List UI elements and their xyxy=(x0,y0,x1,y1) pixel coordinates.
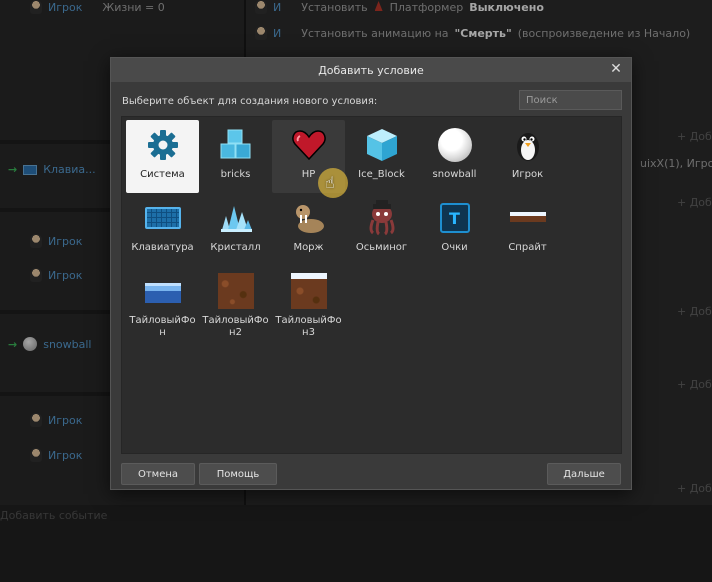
object-label: Морж xyxy=(293,242,324,253)
tiled-bg-snow-icon xyxy=(290,273,327,309)
help-button[interactable]: Помощь xyxy=(199,463,277,485)
object-tile-crystal[interactable]: Кристалл xyxy=(199,193,272,266)
tiled-bg-brown-icon xyxy=(217,273,254,309)
object-label: Система xyxy=(140,169,185,180)
object-label: bricks xyxy=(220,169,251,180)
object-tile-tiled-bg-2[interactable]: ТайловыйФон2 xyxy=(199,266,272,339)
add-condition-dialog: Добавить условие ✕ Выберите объект для с… xyxy=(110,57,632,490)
keyboard-icon xyxy=(144,200,181,236)
object-label: snowball xyxy=(432,169,477,180)
cancel-button[interactable]: Отмена xyxy=(121,463,195,485)
object-tile-snowball[interactable]: snowball xyxy=(418,120,491,193)
object-grid: Система bricks HP Ice_Block snowball Игр… xyxy=(126,120,618,339)
tiled-bg-blue-icon xyxy=(144,273,181,309)
object-label: Клавиатура xyxy=(131,242,194,253)
ice-cubes-icon xyxy=(218,127,254,163)
object-tile-ice-block[interactable]: Ice_Block xyxy=(345,120,418,193)
object-label: Осьминог xyxy=(355,242,408,253)
object-tile-tiled-bg[interactable]: ТайловыйФон xyxy=(126,266,199,339)
search-input[interactable] xyxy=(519,90,622,110)
object-label: Ice_Block xyxy=(358,169,405,180)
object-label: ТайловыйФон xyxy=(129,315,196,338)
object-tile-keyboard[interactable]: Клавиатура xyxy=(126,193,199,266)
object-tile-tiled-bg-3[interactable]: ТайловыйФон3 xyxy=(272,266,345,339)
object-label: Очки xyxy=(441,242,468,253)
object-label: ТайловыйФон3 xyxy=(275,315,342,338)
close-icon[interactable]: ✕ xyxy=(608,61,624,77)
dialog-title: Добавить условие xyxy=(318,63,424,77)
text-score-icon: T xyxy=(437,200,473,236)
crystal-icon xyxy=(218,200,254,236)
octopus-icon xyxy=(364,200,400,236)
sprite-icon xyxy=(509,200,546,236)
object-tile-octopus[interactable]: Осьминог xyxy=(345,193,418,266)
object-tile-walrus[interactable]: Морж xyxy=(272,193,345,266)
object-label: Кристалл xyxy=(210,242,261,253)
object-grid-panel: Система bricks HP Ice_Block snowball Игр… xyxy=(121,116,622,454)
object-label: Спрайт xyxy=(508,242,547,253)
hand-cursor-icon: ☝ xyxy=(325,173,335,192)
object-tile-score[interactable]: T Очки xyxy=(418,193,491,266)
gear-icon xyxy=(145,127,181,163)
heart-icon xyxy=(291,127,327,163)
dialog-prompt: Выберите объект для создания нового усло… xyxy=(122,96,378,107)
ice-block-icon xyxy=(364,127,400,163)
object-label: ТайловыйФон2 xyxy=(202,315,269,338)
object-tile-bricks[interactable]: bricks xyxy=(199,120,272,193)
snowball-icon xyxy=(437,127,473,163)
walrus-icon xyxy=(291,200,327,236)
object-label: Игрок xyxy=(511,169,544,180)
penguin-icon xyxy=(510,127,546,163)
object-tile-player[interactable]: Игрок xyxy=(491,120,564,193)
dialog-titlebar: Добавить условие ✕ xyxy=(111,58,631,82)
object-tile-system[interactable]: Система xyxy=(126,120,199,193)
object-tile-sprite[interactable]: Спрайт xyxy=(491,193,564,266)
next-button[interactable]: Дальше xyxy=(547,463,621,485)
